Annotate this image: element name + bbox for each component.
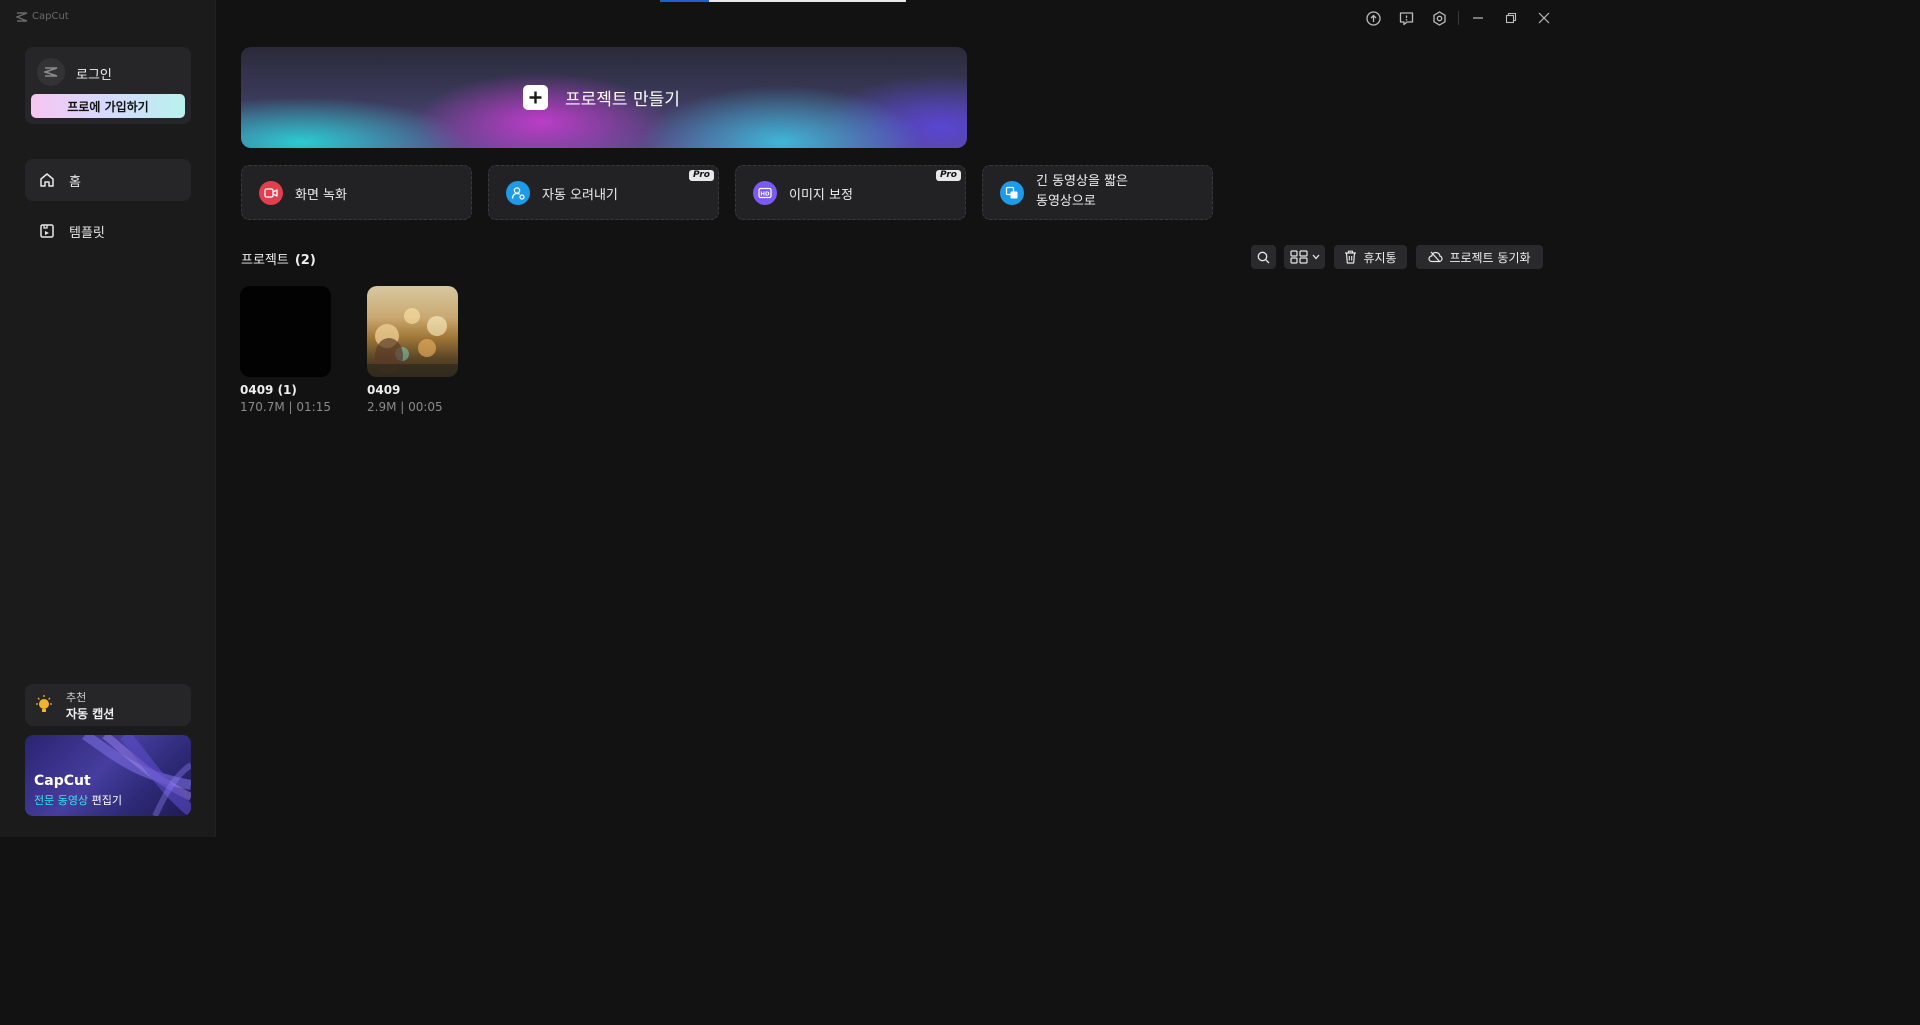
thumbnail-image: [367, 308, 458, 377]
feedback-button[interactable]: [1390, 8, 1423, 28]
grid-view-icon: [1289, 250, 1308, 264]
upload-icon: [1366, 10, 1381, 26]
sidebar-item-label: 홈: [69, 174, 81, 190]
upload-button[interactable]: [1357, 8, 1390, 28]
promo-title: CapCut: [34, 773, 91, 789]
plus-icon: [523, 85, 548, 110]
view-mode-dropdown[interactable]: [1284, 245, 1325, 269]
minimize-button[interactable]: [1461, 8, 1494, 28]
capcut-logo-icon: [44, 67, 58, 77]
project-name[interactable]: 0409: [367, 383, 400, 397]
promo-banner[interactable]: CapCut 전문 동영상 편집기: [25, 735, 191, 816]
recommend-card[interactable]: 추천 자동 캡션: [25, 684, 191, 726]
projects-heading: 프로젝트 (2): [241, 249, 316, 268]
promo-subtitle-rest: 편집기: [88, 794, 122, 807]
project-thumbnail[interactable]: [367, 286, 458, 377]
top-progress-bar: [660, 0, 906, 2]
pro-badge: Pro: [689, 170, 714, 181]
tool-label: 긴 동영상을 짧은동영상으로: [1036, 172, 1128, 212]
home-icon: [40, 173, 54, 187]
project-meta: 170.7M | 01:15: [240, 400, 331, 414]
app-brand-label: CapCut: [32, 11, 69, 22]
tool-long-to-short[interactable]: 긴 동영상을 짧은동영상으로: [982, 165, 1213, 220]
app-brand: CapCut: [16, 11, 69, 22]
screen-record-icon: [259, 181, 283, 205]
trash-button[interactable]: 휴지통: [1334, 245, 1407, 269]
tool-label: 이미지 보정: [789, 188, 853, 203]
feedback-icon: [1399, 11, 1414, 25]
tool-screen-record[interactable]: 화면 녹화: [241, 165, 472, 220]
top-progress-fill: [660, 0, 710, 2]
tool-auto-cutout[interactable]: 자동 오려내기 Pro: [488, 165, 719, 220]
account-card: 로그인 프로에 가입하기: [25, 47, 191, 124]
join-pro-button[interactable]: 프로에 가입하기: [31, 94, 185, 118]
close-button[interactable]: [1527, 8, 1560, 28]
search-button[interactable]: [1251, 245, 1276, 269]
trash-label: 휴지통: [1363, 250, 1397, 265]
gear-icon: [1433, 10, 1446, 26]
window-controls: [1357, 8, 1560, 28]
image-enhance-icon: HD: [753, 181, 777, 205]
sidebar: CapCut 로그인 프로에 가입하기 홈 템플릿 추천 자동 캡션 CapCu…: [0, 0, 216, 837]
tool-label-line2: 동영상으로: [1036, 194, 1096, 209]
restore-icon: [1505, 12, 1516, 24]
template-icon: [40, 224, 54, 238]
cloud-off-icon: [1428, 251, 1444, 263]
create-project-label: 프로젝트 만들기: [565, 90, 680, 110]
trash-icon: [1345, 250, 1357, 264]
lightbulb-icon: [36, 695, 52, 712]
promo-subtitle: 전문 동영상 편집기: [34, 792, 122, 808]
create-project-banner[interactable]: 프로젝트 만들기: [241, 47, 967, 148]
restore-button[interactable]: [1494, 8, 1527, 28]
avatar[interactable]: [37, 58, 65, 86]
pro-badge: Pro: [936, 170, 961, 181]
login-label[interactable]: 로그인: [76, 64, 112, 83]
project-meta: 2.9M | 00:05: [367, 400, 443, 414]
project-thumbnail[interactable]: [240, 286, 331, 377]
tool-label: 자동 오려내기: [542, 188, 618, 203]
sync-projects-button[interactable]: 프로젝트 동기화: [1416, 245, 1543, 269]
auto-cutout-icon: [506, 181, 530, 205]
chevron-down-icon: [1312, 254, 1319, 260]
projects-count: (2): [294, 253, 316, 268]
sidebar-item-home[interactable]: 홈: [25, 159, 191, 201]
tool-label-line1: 긴 동영상을 짧은: [1036, 174, 1128, 189]
settings-button[interactable]: [1423, 8, 1456, 28]
svg-text:HD: HD: [760, 192, 770, 198]
sidebar-item-templates[interactable]: 템플릿: [25, 210, 191, 252]
sync-label: 프로젝트 동기화: [1449, 250, 1531, 265]
long-to-short-icon: [1000, 181, 1024, 205]
recommend-feature: 자동 캡션: [66, 707, 115, 721]
project-name[interactable]: 0409 (1): [240, 383, 297, 397]
projects-label: 프로젝트: [241, 253, 289, 268]
promo-subtitle-highlight: 전문 동영상: [34, 794, 89, 807]
close-icon: [1538, 12, 1549, 24]
recommend-label: 추천: [66, 691, 87, 704]
sidebar-item-label: 템플릿: [69, 225, 105, 241]
window-controls-divider: [1458, 11, 1459, 25]
capcut-logo-icon: [16, 11, 28, 22]
tool-image-enhance[interactable]: HD 이미지 보정 Pro: [735, 165, 966, 220]
create-project-content: 프로젝트 만들기: [523, 85, 680, 110]
search-icon: [1257, 251, 1270, 263]
capcut-window: CapCut 로그인 프로에 가입하기 홈 템플릿 추천 자동 캡션 CapCu…: [0, 0, 1568, 837]
minimize-icon: [1472, 17, 1483, 19]
tool-label: 화면 녹화: [295, 188, 347, 203]
